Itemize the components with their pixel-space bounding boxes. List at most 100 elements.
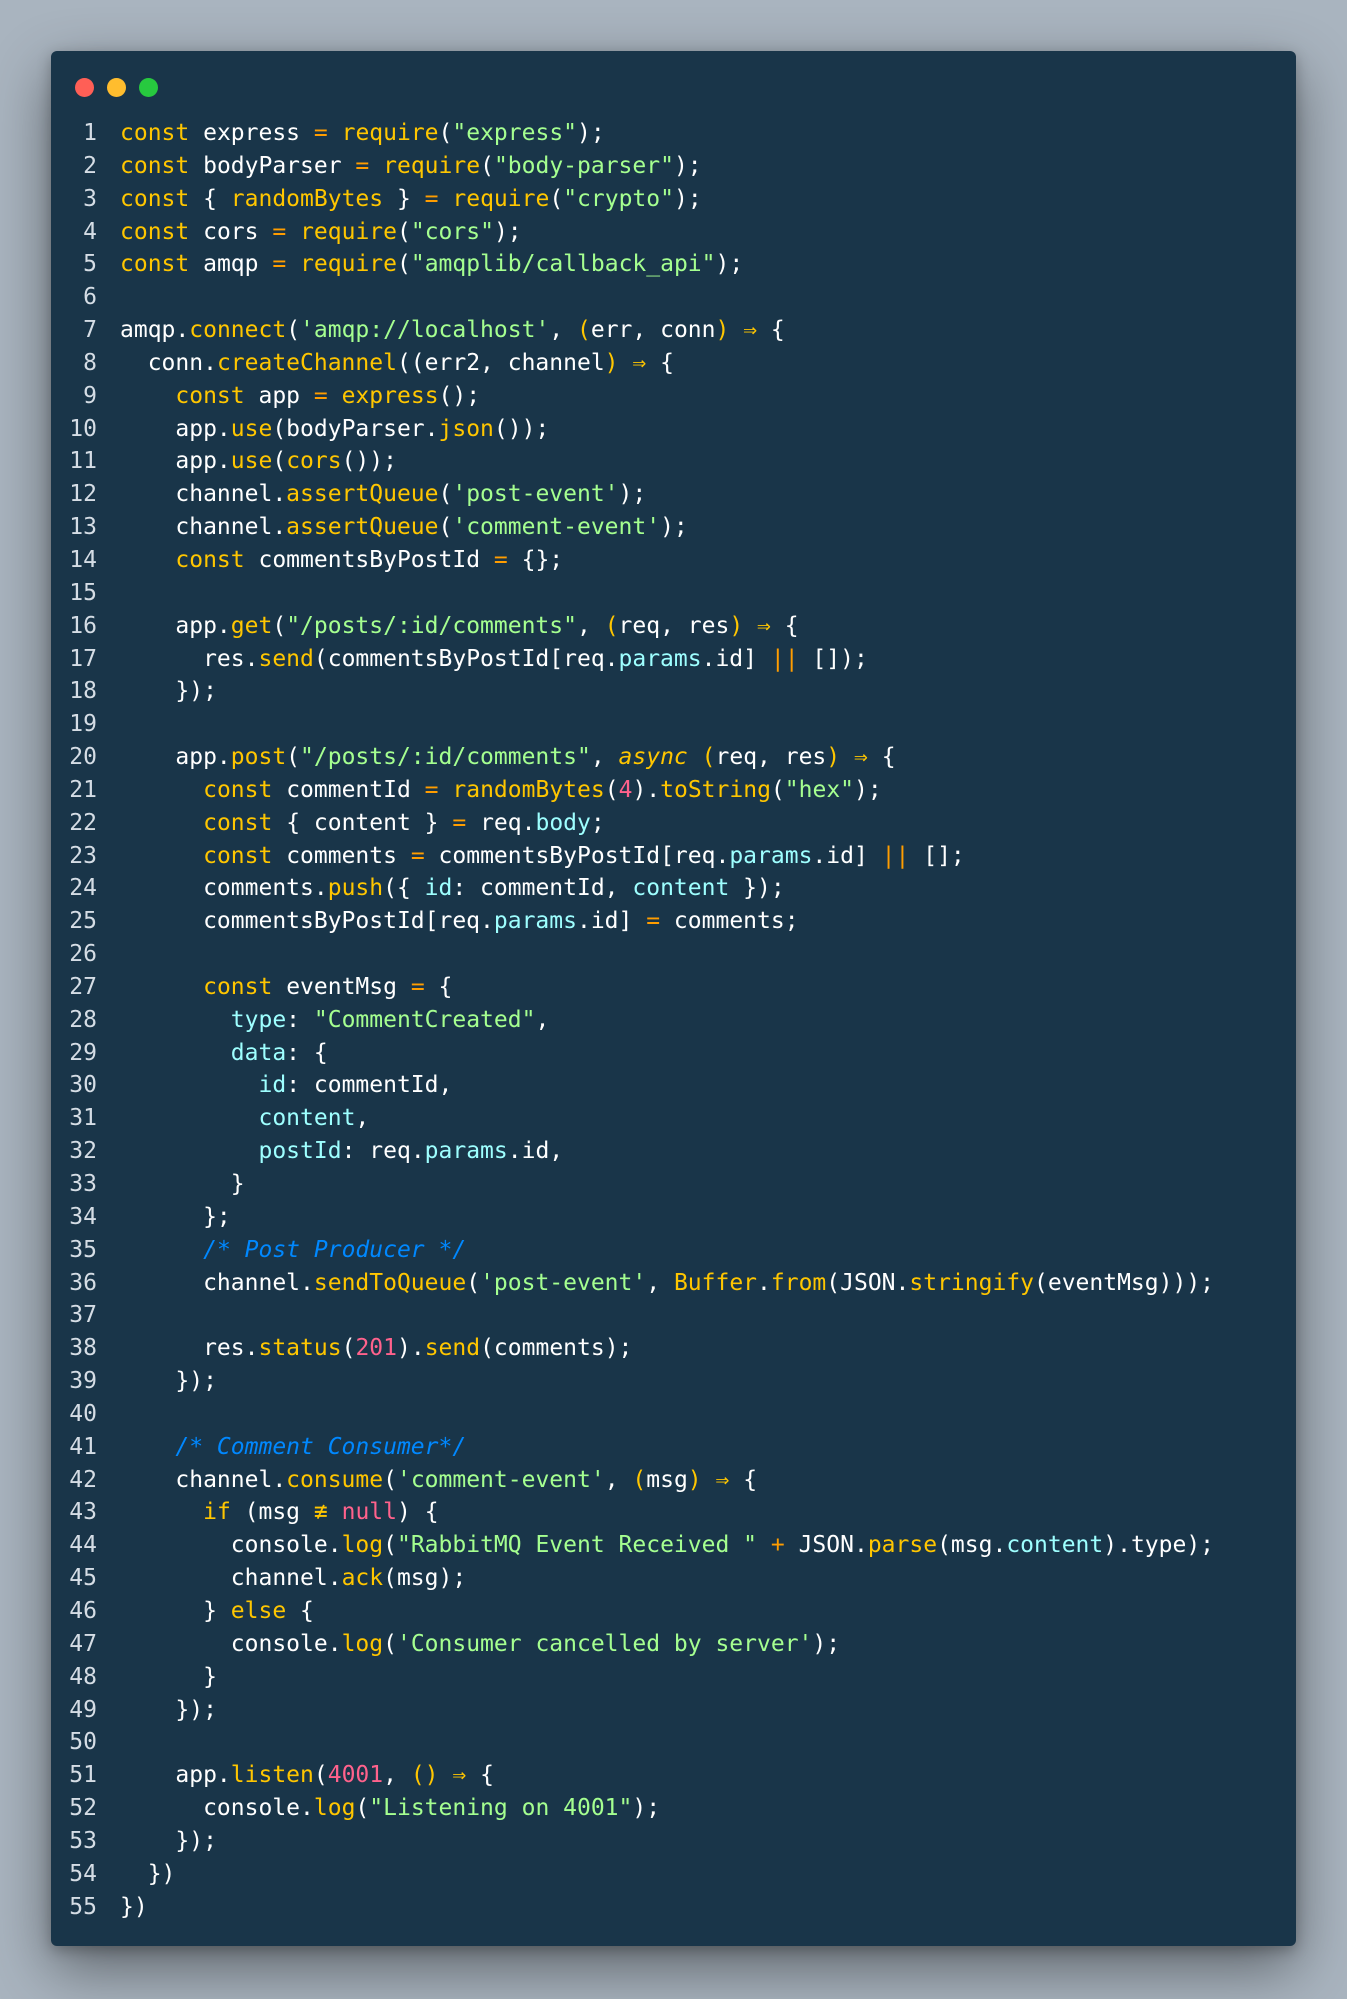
code-token: amqp [189,251,273,278]
code-line: 1 const express = require("express"); [51,117,1296,150]
code-token: }) [120,1860,176,1887]
code-token: toString [660,776,771,803]
line-text: const bodyParser = require("body-parser"… [120,150,702,183]
line-text: channel.assertQueue('comment-event'); [120,511,688,544]
code-token: const [203,842,273,869]
code-token: ); [660,514,688,541]
code-token: ⇒ [715,1466,730,1493]
code-token: assertQueue [286,481,439,508]
code-token: ( [313,1762,328,1789]
code-token: 'amqp://localhost' [300,317,550,344]
line-text: const comments = commentsByPostId[req.pa… [120,840,965,873]
code-token: ⇒ [757,612,771,639]
code-token: ) { [397,1499,439,1526]
line-text: const cors = require("cors"); [120,216,522,249]
code-line: 42 channel.consume('comment-event', (msg… [51,1464,1296,1497]
code-line: 13 channel.assertQueue('comment-event'); [51,511,1296,544]
code-token: + [770,1532,785,1559]
code-token: : commentId, [452,875,633,902]
code-token: async [618,744,688,771]
code-token: "CommentCreated" [313,1006,536,1033]
code-token: }); [120,1827,217,1854]
maximize-dot-icon[interactable] [139,78,158,97]
line-number: 28 [69,1006,97,1033]
code-token: 'post-event' [480,1269,647,1296]
code-token: JSON. [784,1532,868,1559]
minimize-dot-icon[interactable] [107,78,126,97]
code-token: res. [120,645,259,672]
code-line: 55}) [51,1891,1296,1924]
code-line: 22 const { content } = req.body; [51,807,1296,840]
code-token: || [881,842,910,869]
code-token: ( [632,1466,647,1493]
code-token: { [729,1466,758,1493]
code-token: content [632,875,730,902]
line-text: app.use(bodyParser.json()); [120,413,549,446]
line-number: 24 [69,875,97,902]
code-line: 37 [51,1299,1296,1332]
code-line: 23 const comments = commentsByPostId[req… [51,840,1296,873]
line-text: console.log("Listening on 4001"); [120,1792,660,1825]
code-token: log [313,1795,356,1822]
code-line: 51 app.listen(4001, () ⇒ { [51,1759,1296,1792]
code-token: , [355,1105,370,1132]
code-line: 43 if (msg ≢ null) { [51,1496,1296,1529]
close-dot-icon[interactable] [75,78,94,97]
code-editor: 1 const express = require("express"); 2 con… [51,117,1296,1923]
code-token: } [383,185,425,212]
code-token: "body-parser" [493,152,674,179]
code-token: ( [355,1795,370,1822]
code-token: , [535,1006,550,1033]
line-number: 23 [69,842,97,869]
code-token: (msg. [937,1532,1007,1559]
line-number: 43 [69,1499,97,1526]
code-token: ); [618,481,647,508]
line-number: 55 [69,1893,97,1920]
code-token: (msg [230,1499,314,1526]
line-text: type: "CommentCreated", [120,1004,550,1037]
code-token: , [383,1762,411,1789]
line-number: 48 [69,1663,97,1690]
line-number: 5 [83,251,97,278]
line-number: 51 [69,1762,97,1789]
line-text: }); [120,1694,217,1727]
code-token: .id] [812,842,882,869]
code-token: (msg); [383,1565,467,1592]
line-number: 11 [69,448,97,475]
line-number: 17 [69,645,97,672]
code-token: null [341,1499,397,1526]
code-token: = [313,120,328,146]
code-token: stringify [909,1269,1034,1296]
line-number: 1 [83,120,97,146]
code-token: ) [687,1466,702,1493]
line-number: 47 [69,1630,97,1657]
line-text: }); [120,1825,217,1858]
code-token: const [120,218,190,245]
code-token: { [466,1762,494,1789]
line-number: 26 [69,941,97,968]
code-token: = [646,908,661,935]
code-line: 30 id: commentId, [51,1069,1296,1102]
code-token: const [203,973,273,1000]
code-token: .id, [507,1138,564,1165]
line-number: 4 [83,218,97,245]
code-line: 44 console.log("RabbitMQ Event Received … [51,1529,1296,1562]
code-token: send [424,1335,481,1362]
line-number: 6 [83,284,97,311]
code-token: channel. [120,481,287,508]
code-token: const [120,152,190,179]
line-number: 21 [69,776,97,803]
code-line: 9 const app = express(); [51,380,1296,413]
code-token: commentsByPostId[req. [120,908,494,935]
line-number: 22 [69,809,97,836]
line-text: const amqp = require("amqplib/callback_a… [120,248,743,281]
code-line: 14 const commentsByPostId = {}; [51,544,1296,577]
code-token: 4001 [327,1762,384,1789]
